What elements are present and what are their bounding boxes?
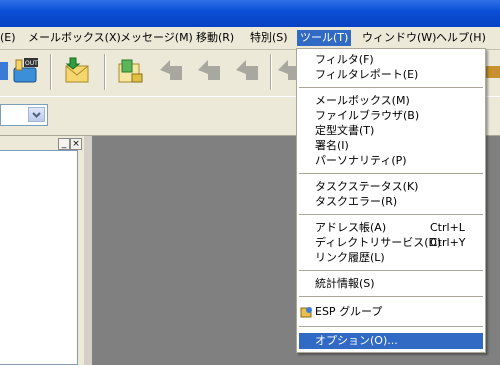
menu-item-stationery[interactable]: 定型文書(T) [315,124,374,138]
menu-window[interactable]: ウィンドウ(W) [362,30,436,46]
menu-item-mailboxes[interactable]: メールボックス(M) [315,94,410,108]
menu-transfer[interactable]: 移動(R) [196,30,234,46]
menu-message[interactable]: メッセージ(M) [120,30,193,46]
tools-menu: フィルタ(F) フィルタレポート(E) メールボックス(M) ファイルブラウザ(… [296,48,486,353]
menu-separator [299,87,483,88]
menu-item-task-status[interactable]: タスクステータス(K) [315,180,418,194]
menu-item-statistics[interactable]: 統計情報(S) [315,277,375,291]
menu-item-file-browser[interactable]: ファイルブラウザ(B) [315,109,419,123]
menu-item-signatures[interactable]: 署名(I) [315,139,349,153]
mailbox-icon[interactable] [0,56,8,86]
mailbox-tree[interactable] [0,150,78,365]
menu-shortcut-address-book: Ctrl+L [430,221,465,234]
title-bar [0,0,500,27]
menu-item-options[interactable]: オプション(O)... [315,334,398,348]
toolbar-separator [270,54,271,90]
menu-item-task-error[interactable]: タスクエラー(R) [315,195,397,209]
toolbar-separator [104,54,105,90]
menu-separator [299,173,483,174]
menu-help[interactable]: ヘルプ(H) [436,30,486,46]
menu-item-link-history[interactable]: リンク履歴(L) [315,251,385,265]
new-message-icon[interactable] [116,56,146,86]
check-mail-icon[interactable] [62,56,92,86]
menu-edit[interactable]: (E) [0,30,16,46]
menu-mailbox[interactable]: メールボックス(X) [28,30,121,46]
svg-text:OUT: OUT [25,60,38,67]
forward-icon[interactable] [232,56,262,86]
menu-separator [299,296,483,297]
reply-icon[interactable] [156,56,186,86]
chevron-down-icon [32,112,41,118]
menu-bar: (E) メールボックス(X) メッセージ(M) 移動(R) 特別(S) ツール(… [0,27,500,50]
combo-dropdown-button[interactable] [28,107,45,122]
menu-item-address-book[interactable]: アドレス帳(A) [315,221,386,235]
reply-all-icon[interactable] [194,56,224,86]
menu-item-personalities[interactable]: パーソナリティ(P) [315,154,407,168]
menu-item-esp-group[interactable]: ESP グループ [315,305,382,319]
menu-shortcut-directory-services: Ctrl+Y [430,236,466,249]
minimize-pane-button[interactable]: _ [58,138,70,150]
mail-out-icon[interactable]: OUT [10,56,40,86]
close-pane-button[interactable]: × [70,138,82,150]
menu-separator [299,326,483,327]
toolbar-separator [50,54,51,90]
menu-tools[interactable]: ツール(T) [297,30,352,46]
menu-item-filter-report[interactable]: フィルタレポート(E) [315,68,418,82]
esp-group-icon [300,307,312,318]
menu-separator [299,214,483,215]
menu-special[interactable]: 特別(S) [250,30,288,46]
menu-separator [299,270,483,271]
menu-item-directory-services[interactable]: ディレクトリサービス(D) [315,236,441,250]
menu-item-filter[interactable]: フィルタ(F) [315,53,374,67]
toolbar-overflow-icon[interactable] [486,56,500,86]
redirect-icon[interactable] [276,56,296,86]
